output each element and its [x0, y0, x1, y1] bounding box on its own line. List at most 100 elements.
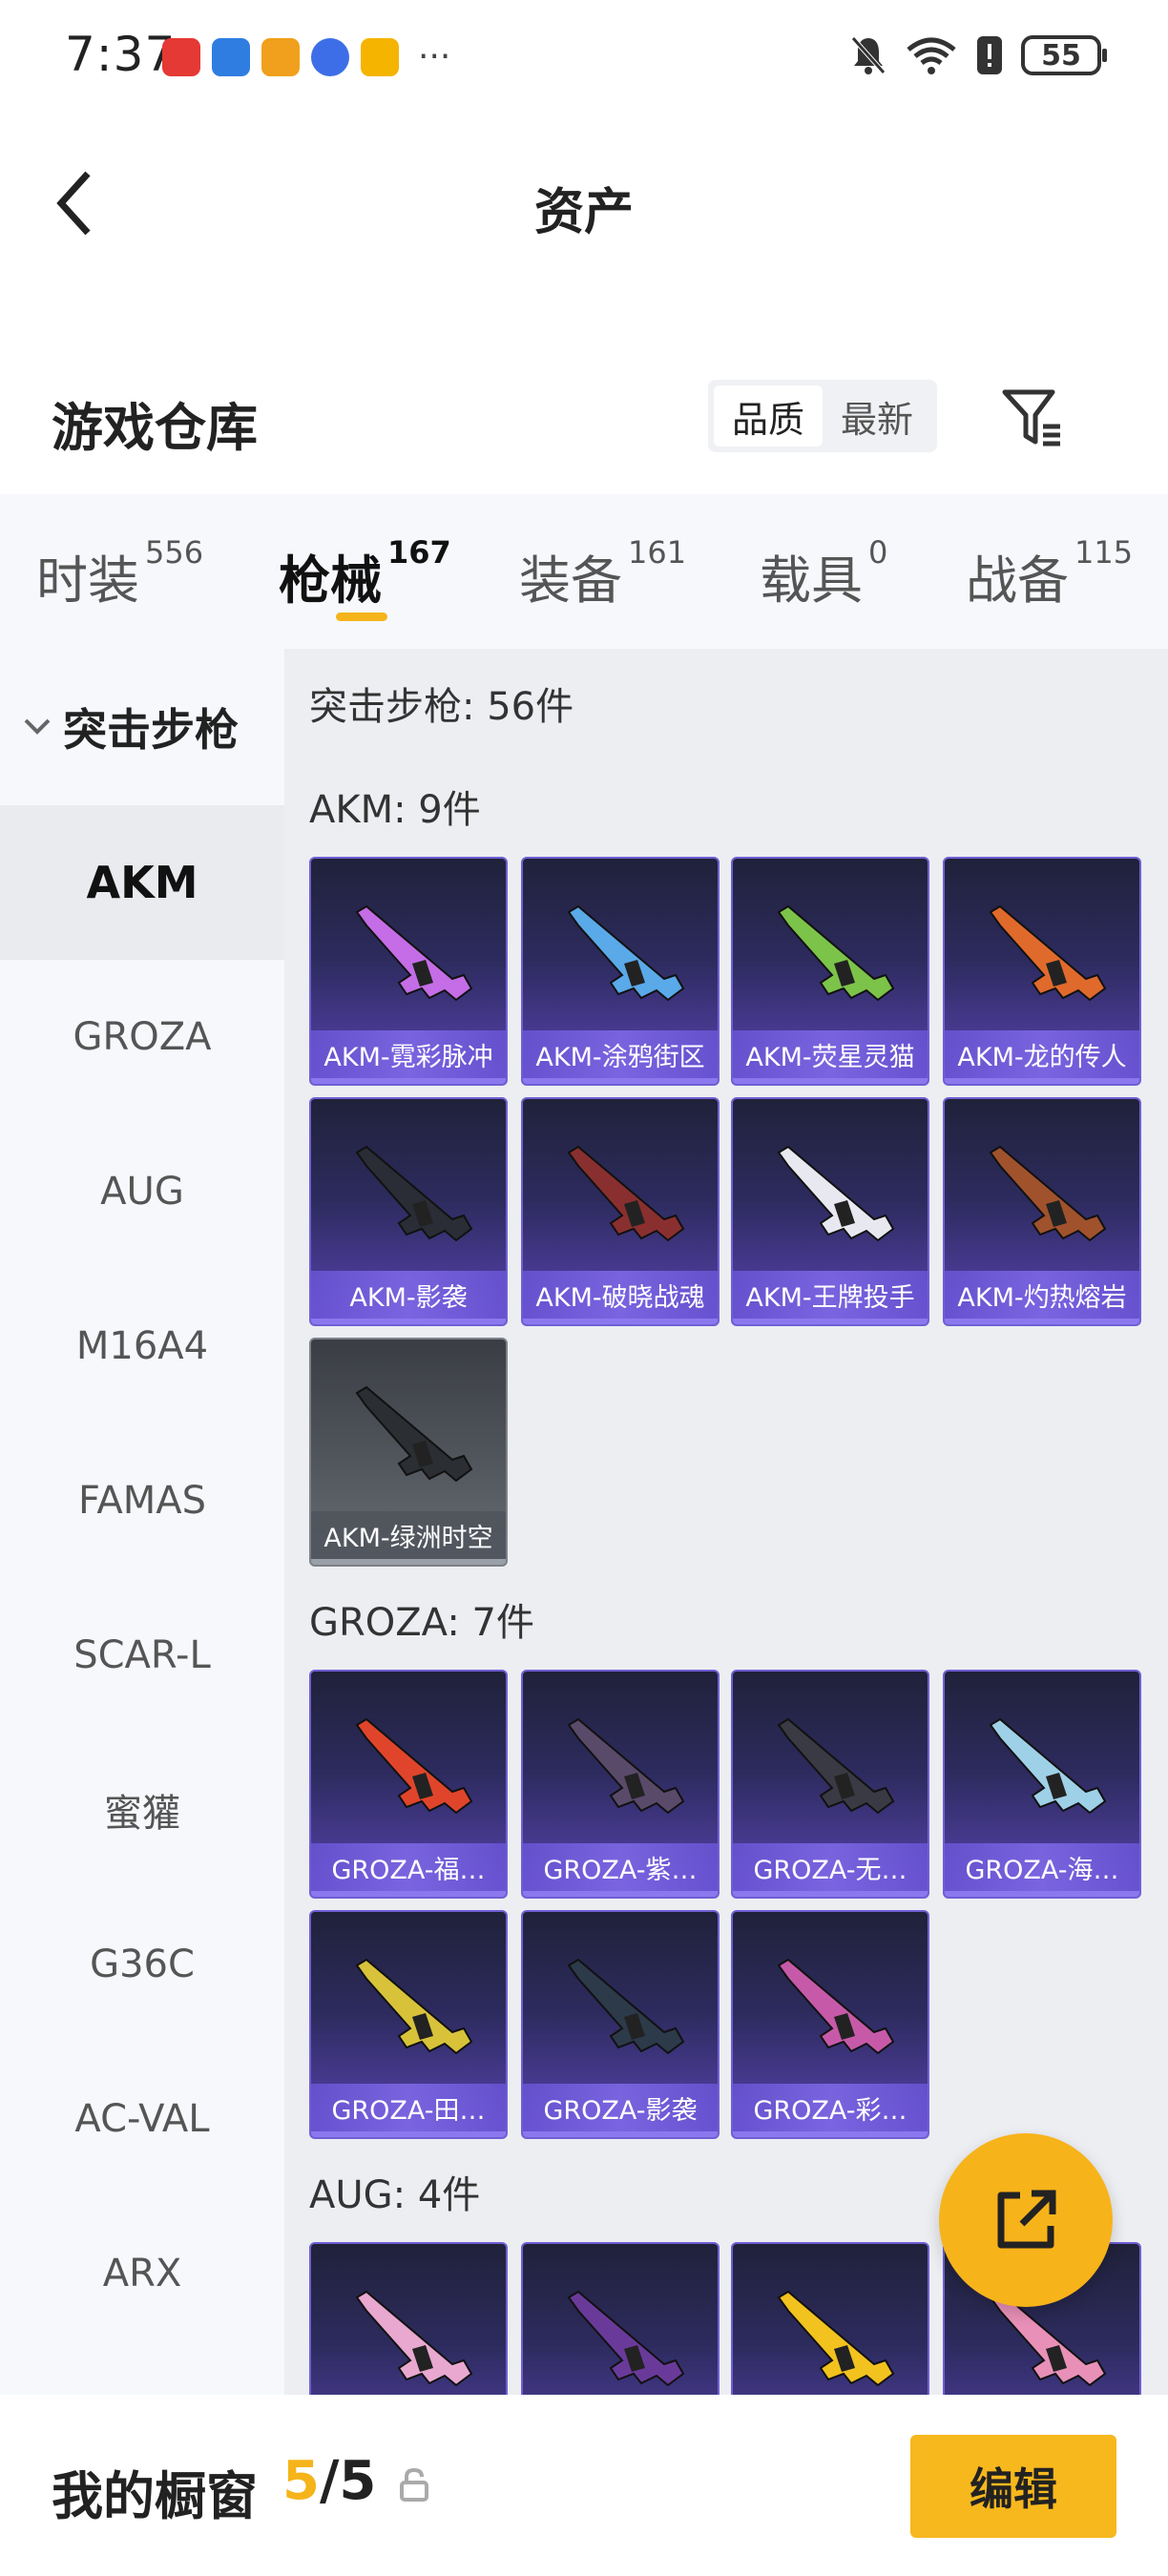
skin-card[interactable]: AKM-王牌投手 — [731, 1097, 929, 1326]
skin-card[interactable]: AKM-破晓战魂 — [521, 1097, 720, 1326]
skin-card[interactable]: AKM-荧星灵猫 — [731, 857, 929, 1086]
filter-button[interactable] — [996, 380, 1069, 456]
share-button[interactable] — [939, 2133, 1113, 2307]
game-app-icon — [261, 38, 300, 76]
status-bar: 7:37 ··· 55 — [0, 0, 1168, 114]
edit-button[interactable]: 编辑 — [910, 2435, 1116, 2538]
rifle-icon — [338, 2269, 481, 2395]
skin-card[interactable]: AKM-霓彩脉冲 — [309, 857, 508, 1086]
sidebar-item-ac-val[interactable]: AC-VAL — [0, 2042, 284, 2196]
rifle-icon — [550, 2269, 693, 2395]
notification-icons: ··· — [162, 38, 450, 76]
skin-name: AKM-霓彩脉冲 — [311, 1030, 506, 1078]
skin-card[interactable]: GROZA-紫… — [521, 1670, 720, 1899]
skin-card[interactable]: GROZA-海… — [943, 1670, 1141, 1899]
skin-card[interactable]: AKM-绿洲时空 — [309, 1338, 508, 1567]
showcase-count: 5/5 — [282, 2450, 376, 2512]
tab-label: 时装 — [36, 551, 139, 611]
rifle-icon — [338, 883, 481, 1027]
skin-card[interactable]: GROZA-无… — [731, 1670, 929, 1899]
tab-label: 枪械 — [279, 551, 382, 611]
weapon-grid: 突击步枪: 56件 AKM: 9件 AKM-霓彩脉冲 AKM-涂鸦街区 AKM-… — [284, 649, 1168, 2395]
showcase-current: 5 — [282, 2450, 320, 2512]
more-notifications-icon: ··· — [418, 37, 451, 76]
skin-name: AKM-绿洲时空 — [311, 1511, 506, 1559]
rifle-icon — [338, 1696, 481, 1839]
group-label-aug: AUG: 4件 — [309, 2173, 481, 2217]
sort-latest-button[interactable]: 最新 — [823, 385, 931, 447]
skin-card[interactable]: AKM-影袭 — [309, 1097, 508, 1326]
skin-card[interactable] — [309, 2242, 508, 2395]
skin-name: AKM-龙的传人 — [945, 1030, 1139, 1078]
rifle-icon — [760, 1696, 903, 1839]
lock-icon — [400, 2467, 428, 2502]
external-link-icon — [997, 2190, 1056, 2249]
sort-quality-button[interactable]: 品质 — [714, 385, 823, 447]
skin-card[interactable] — [521, 2242, 720, 2395]
rifle-icon — [338, 1364, 481, 1507]
skin-name: AKM-破晓战魂 — [523, 1271, 718, 1319]
sidebar-item-famas[interactable]: FAMAS — [0, 1423, 284, 1578]
tab-vehicles[interactable]: 载具 0 — [760, 534, 887, 613]
skin-card[interactable]: GROZA-彩… — [731, 1910, 929, 2139]
sidebar-item-groza[interactable]: GROZA — [0, 960, 284, 1114]
sidebar-item-g36c[interactable]: G36C — [0, 1887, 284, 2042]
showcase-label: 我的橱窗 — [52, 2466, 258, 2526]
tab-guns[interactable]: 枪械 167 — [279, 534, 451, 613]
skin-name: GROZA-紫… — [523, 1843, 718, 1891]
tab-equipment[interactable]: 装备 161 — [519, 534, 686, 613]
tab-fashion[interactable]: 时装 556 — [36, 534, 203, 613]
skin-name: AKM-影袭 — [311, 1271, 506, 1319]
tab-count: 161 — [628, 534, 687, 571]
skin-name: GROZA-影袭 — [523, 2084, 718, 2131]
tab-count: 115 — [1074, 534, 1134, 571]
skin-card[interactable]: AKM-涂鸦街区 — [521, 857, 720, 1086]
skin-name: AKM-灼热熔岩 — [945, 1271, 1139, 1319]
rifle-icon — [971, 1696, 1115, 1839]
rifle-icon — [550, 883, 693, 1027]
skin-card[interactable]: AKM-龙的传人 — [943, 857, 1141, 1086]
sidebar-item-scar-l[interactable]: SCAR-L — [0, 1578, 284, 1733]
sidebar-item-aug[interactable]: AUG — [0, 1114, 284, 1269]
rifle-icon — [338, 1124, 481, 1267]
sidebar-item-arx[interactable]: ARX — [0, 2196, 284, 2351]
skin-card[interactable]: AKM-灼热熔岩 — [943, 1097, 1141, 1326]
skin-name: AKM-王牌投手 — [733, 1271, 928, 1319]
rifle-icon — [550, 1696, 693, 1839]
rifle-icon — [760, 1937, 903, 2080]
tab-combat-gear[interactable]: 战备 115 — [966, 534, 1133, 613]
cup-app-icon — [361, 38, 399, 76]
rifle-icon — [760, 2269, 903, 2395]
skin-card[interactable]: GROZA-福… — [309, 1670, 508, 1899]
skin-name: AKM-涂鸦街区 — [523, 1030, 718, 1078]
battery-indicator: 55 — [1021, 35, 1107, 75]
tab-label: 载具 — [760, 551, 863, 611]
warehouse-title: 游戏仓库 — [52, 398, 258, 458]
showcase-bar: 我的橱窗 5/5 编辑 — [0, 2395, 1168, 2576]
skin-name: GROZA-彩… — [733, 2084, 928, 2131]
skin-name: GROZA-福… — [311, 1843, 506, 1891]
skin-card[interactable] — [731, 2242, 929, 2395]
rifle-icon — [971, 1124, 1115, 1267]
sidebar-item-m16a4[interactable]: M16A4 — [0, 1269, 284, 1423]
sidebar-item-honey-badger[interactable]: 蜜獾 — [0, 1733, 284, 1887]
skin-name: GROZA-海… — [945, 1843, 1139, 1891]
skin-card[interactable]: GROZA-田… — [309, 1910, 508, 2139]
weapon-sidebar: 突击步枪 AKM GROZA AUG M16A4 FAMAS SCAR-L 蜜獾… — [0, 649, 284, 2395]
skin-card[interactable]: GROZA-影袭 — [521, 1910, 720, 2139]
category-header[interactable]: 突击步枪 — [0, 649, 284, 805]
mute-bell-icon — [851, 36, 886, 74]
alert-icon — [977, 36, 1002, 74]
rifle-icon — [760, 883, 903, 1027]
tab-count: 0 — [868, 534, 888, 571]
news-app-icon — [212, 38, 250, 76]
category-label: 突击步枪 — [63, 704, 239, 756]
filter-icon — [1002, 389, 1060, 447]
rifle-icon — [550, 1937, 693, 2080]
showcase-separator: / — [319, 2450, 340, 2512]
active-tab-indicator — [336, 613, 387, 621]
tab-count: 556 — [145, 534, 204, 571]
skin-name: GROZA-田… — [311, 2084, 506, 2131]
sidebar-item-akm[interactable]: AKM — [0, 805, 284, 960]
rifle-icon — [760, 1124, 903, 1267]
